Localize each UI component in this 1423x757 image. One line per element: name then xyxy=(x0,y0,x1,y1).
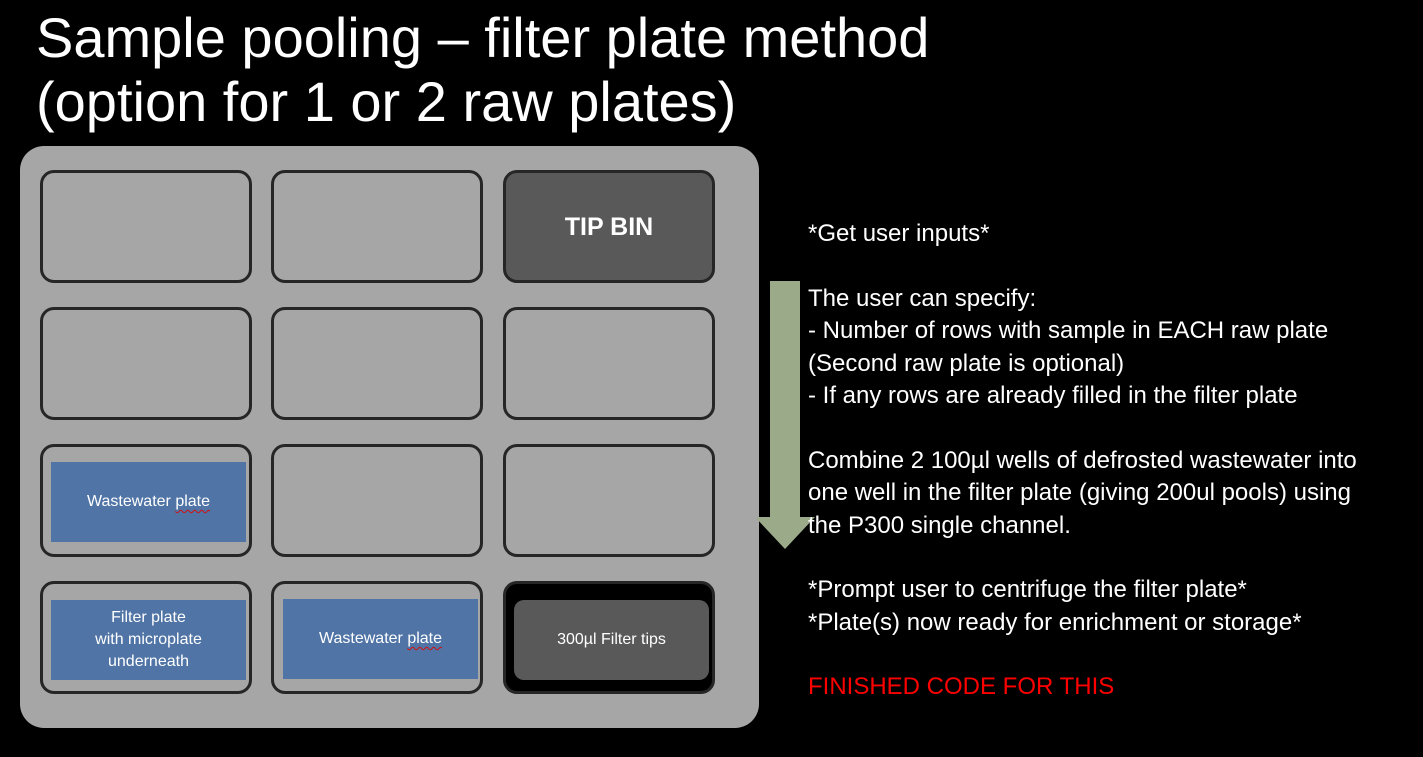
deck-slot-10 xyxy=(40,170,252,283)
deck-slot-6 xyxy=(503,444,715,557)
desc-line: - If any rows are already filled in the … xyxy=(808,381,1298,409)
desc-line: *Plate(s) now ready for enrichment or st… xyxy=(808,608,1302,636)
desc-line: - Number of rows with sample in EACH raw… xyxy=(808,317,1329,345)
desc-line: the P300 single channel. xyxy=(808,511,1071,539)
status-text: FINISHED CODE FOR THIS xyxy=(808,673,1115,701)
desc-line xyxy=(808,639,1423,671)
desc-line xyxy=(808,412,1423,444)
wastewater-plate-1-label: Wastewater plate xyxy=(86,493,211,510)
deck-slot-3-tip-rack: 300µl Filter tips xyxy=(503,581,715,694)
desc-line: (Second raw plate is optional) xyxy=(808,349,1125,377)
tip-bin-label: TIP BIN xyxy=(564,213,654,241)
desc-line: *Get user inputs* xyxy=(808,220,990,247)
deck-slot-2: Wastewater plate xyxy=(271,581,483,694)
deck-slot-9 xyxy=(503,307,715,420)
wastewater-plate-2: Wastewater plate xyxy=(283,599,478,679)
deck-slot-4: Wastewater plate xyxy=(40,444,252,557)
workflow-description: *Get user inputs* The user can specify: … xyxy=(808,218,1423,704)
title-line-2: (option for 1 or 2 raw plates) xyxy=(36,70,737,133)
deck-slot-7 xyxy=(40,307,252,420)
deck-slot-11 xyxy=(271,170,483,283)
slide-title: Sample pooling – filter plate method (op… xyxy=(36,6,929,134)
desc-line xyxy=(808,542,1423,574)
deck-slot-1: Filter plate with microplate underneath xyxy=(40,581,252,694)
deck-slot-8 xyxy=(271,307,483,420)
title-line-1: Sample pooling – filter plate method xyxy=(36,6,930,69)
desc-line: *Prompt user to centrifuge the filter pl… xyxy=(808,576,1247,604)
deck-slot-5 xyxy=(271,444,483,557)
wastewater-plate-2-label: Wastewater plate xyxy=(318,630,443,647)
desc-line: The user can specify: xyxy=(808,284,1037,312)
down-arrow-icon xyxy=(757,281,815,549)
robot-deck-layout: TIP BIN Wastewater plate Filter plate wi… xyxy=(20,146,759,728)
desc-line: Combine 2 100µl wells of defrosted waste… xyxy=(808,446,1357,474)
wastewater-plate-1: Wastewater plate xyxy=(51,462,246,542)
deck-slot-tip-bin: TIP BIN xyxy=(503,170,715,283)
filter-plate: Filter plate with microplate underneath xyxy=(51,600,246,680)
desc-line xyxy=(808,250,1423,282)
filter-tips-rack: 300µl Filter tips xyxy=(514,600,709,680)
desc-line: one well in the filter plate (giving 200… xyxy=(808,479,1351,507)
